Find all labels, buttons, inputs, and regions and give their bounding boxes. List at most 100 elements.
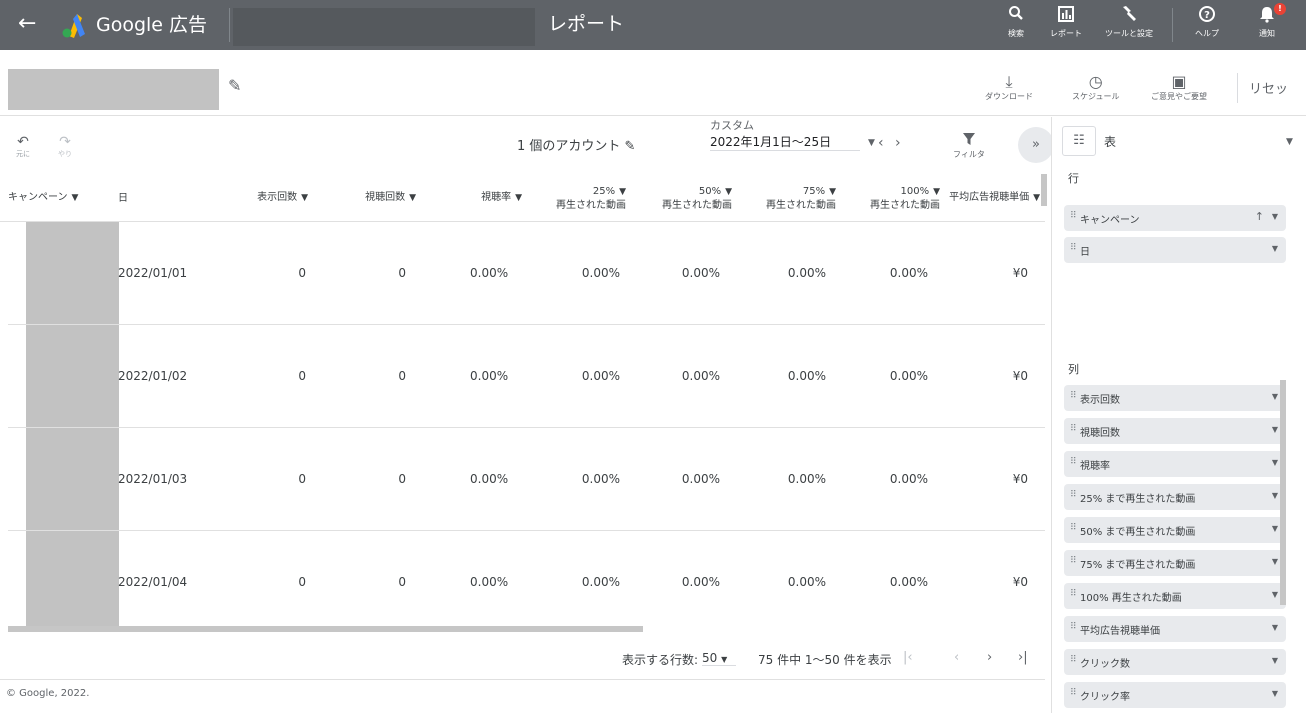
last-page-icon[interactable]: ›| (1018, 650, 1028, 665)
drag-handle-icon[interactable]: ⠿ (1070, 523, 1077, 533)
bell-icon (1238, 5, 1296, 27)
undo-button[interactable]: ↶ 元に (16, 135, 30, 159)
chevron-down-icon[interactable]: ▼ (1272, 244, 1278, 253)
chevron-down-icon[interactable]: ▼ (1272, 392, 1278, 401)
notifications-button[interactable]: ! 通知 (1238, 3, 1296, 39)
download-button[interactable]: ⤓ ダウンロード (985, 73, 1033, 103)
previous-page-icon[interactable]: ‹ (954, 650, 959, 665)
row-chip-date[interactable]: ⠿ 日 ▼ (1064, 237, 1286, 263)
first-page-icon[interactable]: |‹ (903, 650, 913, 665)
chevron-down-icon[interactable]: ▼ (868, 138, 875, 148)
report-name-field[interactable] (8, 69, 219, 110)
visualization-label: 表 (1104, 135, 1117, 149)
campaign-cell[interactable] (26, 222, 119, 324)
next-page-icon[interactable]: › (987, 650, 992, 665)
column-header-50pct[interactable]: 50% ▼ 再生された動画 (638, 174, 732, 222)
column-header-impressions[interactable]: 表示回数 ▼ (212, 174, 308, 222)
chevron-down-icon[interactable]: ▼ (1272, 623, 1278, 632)
chevron-down-icon[interactable]: ▼ (1272, 212, 1278, 221)
sort-ascending-icon[interactable]: ↑ (1255, 210, 1264, 223)
column-header-100pct[interactable]: 100% ▼ 再生された動画 (846, 174, 940, 222)
horizontal-scrollbar[interactable] (8, 626, 643, 632)
sort-caret-icon: ▼ (515, 193, 522, 203)
drag-handle-icon[interactable]: ⠿ (1070, 589, 1077, 599)
column-chip[interactable]: ⠿ 25% まで再生された動画 ▼ (1064, 484, 1286, 510)
visualization-selector[interactable]: ☷ 表 ▼ (1062, 123, 1302, 163)
table-row[interactable]: 2022/01/04 0 0 0.00% 0.00% 0.00% 0.00% 0… (8, 531, 1045, 626)
drag-handle-icon[interactable]: ⠿ (1070, 424, 1077, 434)
download-icon: ⤓ (1005, 72, 1013, 91)
back-arrow-icon[interactable]: ← (18, 12, 36, 36)
column-chip[interactable]: ⠿ 視聴回数 ▼ (1064, 418, 1286, 444)
chevron-down-icon[interactable]: ▼ (1272, 524, 1278, 533)
rows-per-page-select[interactable]: 50 ▼ (702, 651, 736, 666)
column-header-avg-cpv[interactable]: 平均広告視聴単価 ▼ (948, 174, 1040, 222)
drag-handle-icon[interactable]: ⠿ (1070, 391, 1077, 401)
column-chip[interactable]: ⠿ 100% 再生された動画 ▼ (1064, 583, 1286, 609)
column-header-75pct[interactable]: 75% ▼ 再生された動画 (742, 174, 836, 222)
date-range-picker[interactable]: カスタム 2022年1月1日〜25日 (710, 119, 860, 151)
p100-cell: 0.00% (889, 266, 928, 280)
chevron-down-icon[interactable]: ▼ (1272, 656, 1278, 665)
chevron-down-icon[interactable]: ▼ (1272, 425, 1278, 434)
column-chip[interactable]: ⠿ クリック率 ▼ (1064, 682, 1286, 708)
filter-button[interactable]: フィルタ (953, 132, 985, 161)
drag-handle-icon[interactable]: ⠿ (1070, 556, 1077, 566)
tools-settings-button[interactable]: ツールと設定 (1100, 5, 1158, 39)
accounts-label: 1 個のアカウント (517, 139, 621, 154)
impressions-cell: 0 (298, 472, 306, 486)
chevron-down-icon[interactable]: ▼ (1272, 557, 1278, 566)
column-header-date[interactable]: 日 (118, 174, 178, 222)
campaign-cell[interactable] (26, 428, 119, 530)
reset-button[interactable]: リセッ (1249, 78, 1288, 97)
drag-handle-icon[interactable]: ⠿ (1070, 457, 1077, 467)
pencil-icon[interactable]: ✎ (228, 76, 241, 95)
drag-handle-icon[interactable]: ⠿ (1070, 655, 1077, 665)
chevron-down-icon[interactable]: ▼ (1272, 590, 1278, 599)
redo-button[interactable]: ↷ やり (58, 135, 72, 159)
table-vertical-scrollbar[interactable] (1041, 174, 1047, 206)
view-rate-cell: 0.00% (470, 472, 509, 486)
table-row[interactable]: 2022/01/01 0 0 0.00% 0.00% 0.00% 0.00% 0… (8, 222, 1045, 325)
views-cell: 0 (398, 575, 406, 589)
column-chip[interactable]: ⠿ 視聴率 ▼ (1064, 451, 1286, 477)
accounts-selector[interactable]: 1 個のアカウント ✎ (517, 135, 635, 154)
column-header-views[interactable]: 視聴回数 ▼ (320, 174, 416, 222)
avg-cpv-cell: ¥0 (1012, 266, 1028, 280)
chevron-down-icon[interactable]: ▼ (1272, 689, 1278, 698)
chevron-down-icon[interactable]: ▼ (1272, 458, 1278, 467)
notification-badge: ! (1274, 3, 1286, 15)
drag-handle-icon[interactable]: ⠿ (1070, 243, 1077, 253)
drag-handle-icon[interactable]: ⠿ (1070, 622, 1077, 632)
campaign-cell[interactable] (26, 325, 119, 427)
drag-handle-icon[interactable]: ⠿ (1070, 688, 1077, 698)
panel-scrollbar[interactable] (1280, 380, 1286, 605)
next-period-icon[interactable]: › (895, 135, 901, 151)
feedback-button[interactable]: ▣ ご意見やご要望 (1151, 73, 1207, 103)
column-chip[interactable]: ⠿ 表示回数 ▼ (1064, 385, 1286, 411)
column-chip[interactable]: ⠿ 平均広告視聴単価 ▼ (1064, 616, 1286, 642)
drag-handle-icon[interactable]: ⠿ (1070, 490, 1077, 500)
chevron-down-icon[interactable]: ▼ (1272, 491, 1278, 500)
svg-text:?: ? (1204, 10, 1210, 21)
schedule-button[interactable]: ◷ スケジュール (1072, 73, 1119, 103)
column-header-label: キャンペーン (8, 192, 68, 203)
column-chip[interactable]: ⠿ 50% まで再生された動画 ▼ (1064, 517, 1286, 543)
campaign-cell[interactable] (26, 531, 119, 626)
previous-period-icon[interactable]: ‹ (878, 135, 884, 151)
reports-button[interactable]: レポート (1037, 5, 1095, 39)
drag-handle-icon[interactable]: ⠿ (1070, 211, 1077, 221)
column-header-campaign[interactable]: キャンペーン ▼ (8, 174, 108, 222)
help-button[interactable]: ? ヘルプ (1178, 5, 1236, 39)
column-chip[interactable]: ⠿ クリック数 ▼ (1064, 649, 1286, 675)
column-header-25pct[interactable]: 25% ▼ 再生された動画 (532, 174, 626, 222)
account-selector[interactable] (233, 8, 535, 46)
table-row[interactable]: 2022/01/03 0 0 0.00% 0.00% 0.00% 0.00% 0… (8, 428, 1045, 531)
column-header-view-rate[interactable]: 視聴率 ▼ (430, 174, 522, 222)
collapse-panel-button[interactable]: » (1018, 127, 1054, 163)
brand-name[interactable]: Google 広告 (96, 13, 207, 37)
table-row[interactable]: 2022/01/02 0 0 0.00% 0.00% 0.00% 0.00% 0… (8, 325, 1045, 428)
column-chip[interactable]: ⠿ 75% まで再生された動画 ▼ (1064, 550, 1286, 576)
row-chip-campaign[interactable]: ⠿ キャンペーン ↑ ▼ (1064, 205, 1286, 231)
date-range-value: 2022年1月1日〜25日 (710, 135, 832, 149)
